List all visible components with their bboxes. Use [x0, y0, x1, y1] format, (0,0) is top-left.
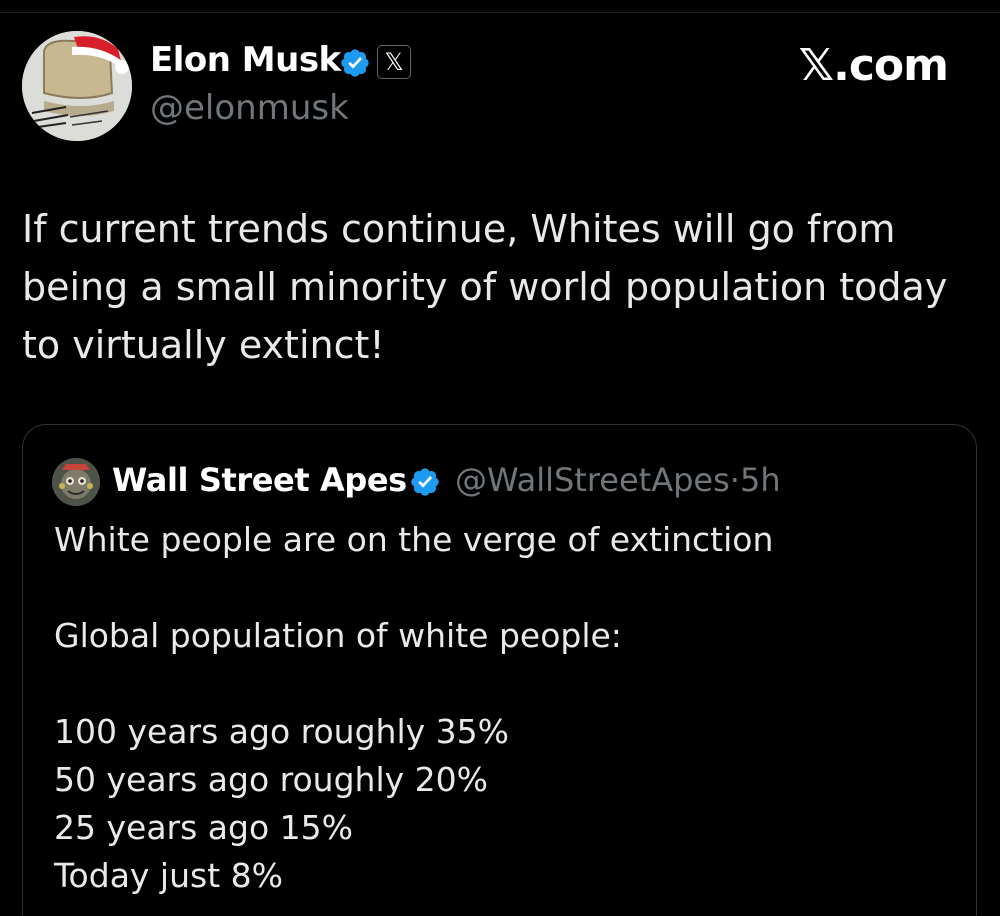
quoted-author-name[interactable]: Wall Street Apes: [112, 461, 407, 499]
quoted-line: 100 years ago roughly 35%: [54, 712, 509, 751]
tweet-text: If current trends continue, Whites will …: [22, 207, 948, 367]
quoted-line: Global population of white people:: [54, 616, 622, 655]
site-watermark: 𝕏.com: [798, 40, 949, 91]
quoted-avatar-image: [52, 458, 100, 506]
quoted-line: White people are on the verge of extinct…: [54, 520, 774, 559]
quoted-author-handle[interactable]: @WallStreetApes: [455, 461, 730, 499]
x-logo-icon: 𝕏: [377, 45, 411, 79]
tweet-screenshot: Elon Musk 𝕏 @elonmusk 𝕏.com If current t…: [0, 0, 1000, 916]
author-name[interactable]: Elon Musk: [150, 40, 341, 80]
avatar-image: [22, 31, 132, 141]
quoted-line: 50 years ago roughly 20%: [54, 760, 488, 799]
quoted-tweet-body: White people are on the verge of extinct…: [54, 516, 954, 900]
verified-badge-icon: [341, 49, 369, 77]
quoted-verified-badge-icon: [411, 468, 439, 496]
author-avatar[interactable]: [22, 31, 132, 141]
top-divider: [0, 12, 1000, 13]
quoted-line: 25 years ago 15%: [54, 808, 353, 847]
quoted-line: Today just 8%: [54, 856, 283, 895]
quoted-author-avatar[interactable]: [52, 458, 100, 506]
author-handle[interactable]: @elonmusk: [150, 88, 349, 128]
meta-separator: ·: [729, 461, 740, 499]
quoted-tweet-meta: @WallStreetApes·5h: [455, 461, 781, 499]
quoted-tweet-time[interactable]: 5h: [740, 461, 781, 499]
